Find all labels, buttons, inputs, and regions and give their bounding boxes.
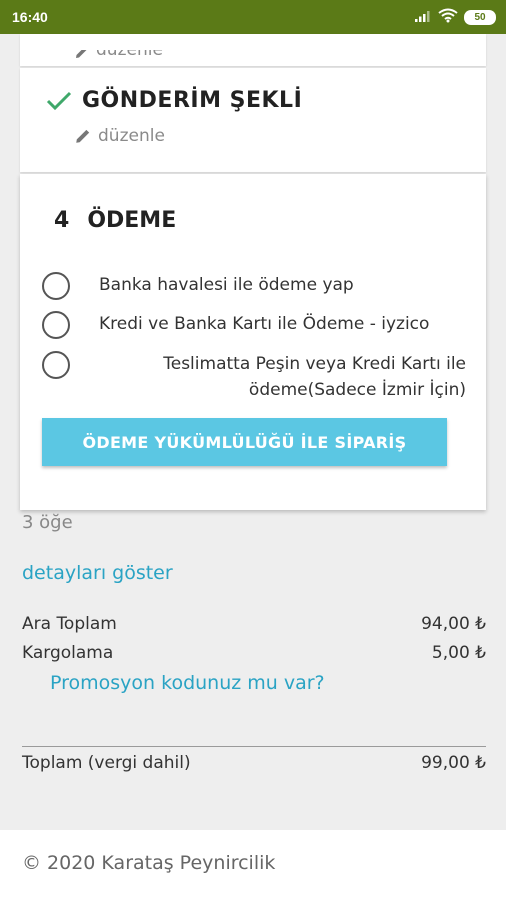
previous-step-edit-label: düzenle [96,50,163,60]
shipping-method-card: GÖNDERİM ŞEKLİ düzenle [20,68,486,172]
shipping-edit-link[interactable]: düzenle [74,126,165,146]
footer-copyright: © 2020 Karataş Peynircilik [22,852,276,874]
total-label: Toplam (vergi dahil) [22,753,191,773]
battery-icon: 50 [464,9,496,25]
payment-option-bank-transfer[interactable]: Banka havalesi ile ödeme yap [42,271,466,301]
shipping-edit-label: düzenle [98,126,165,146]
signal-icon [414,8,432,27]
pencil-icon [76,50,87,58]
total-value: 99,00 ₺ [421,753,486,773]
place-order-button[interactable]: ÖDEME YÜKÜMLÜLÜĞÜ İLE SİPARİŞ [42,418,447,466]
shipping-title: GÖNDERİM ŞEKLİ [82,88,303,113]
promo-code-link[interactable]: Promosyon kodunuz mu var? [50,672,325,694]
footer: © 2020 Karataş Peynircilik [0,830,506,900]
check-icon [46,91,72,110]
payment-option-card-iyzico[interactable]: Kredi ve Banka Kartı ile Ödeme - iyzico [42,310,466,340]
shipping-cost-row: Kargolama 5,00 ₺ [22,643,486,663]
status-icons: 50 [414,8,496,27]
payment-option-cash-on-delivery[interactable]: Teslimatta Peşin veya Kredi Kartı ile öd… [42,350,466,406]
divider [22,746,486,747]
cart-item-count: 3 öğe [22,512,73,533]
payment-title-row: 4 ÖDEME [54,208,176,233]
wifi-icon [438,8,458,27]
total-row: Toplam (vergi dahil) 99,00 ₺ [22,753,486,773]
subtotal-row: Ara Toplam 94,00 ₺ [22,614,486,634]
payment-title: ÖDEME [87,208,177,233]
status-time: 16:40 [12,9,48,25]
show-details-link[interactable]: detayları göster [22,562,486,584]
radio-button[interactable] [42,351,70,379]
payment-step-number: 4 [54,208,70,233]
option-label: Kredi ve Banka Kartı ile Ödeme - iyzico [99,314,430,334]
shipping-cost-value: 5,00 ₺ [431,643,486,663]
payment-card: 4 ÖDEME Banka havalesi ile ödeme yap Kre… [20,174,486,510]
status-bar: 16:40 50 [0,0,506,34]
option-label: Banka havalesi ile ödeme yap [99,275,354,295]
subtotal-label: Ara Toplam [22,614,117,634]
shipping-title-row: GÖNDERİM ŞEKLİ [46,88,302,113]
subtotal-value: 94,00 ₺ [421,614,486,634]
radio-button[interactable] [42,272,70,300]
previous-step-edit-link[interactable]: düzenle [74,50,163,66]
previous-step-card: düzenle [20,34,486,66]
shipping-cost-label: Kargolama [22,643,114,663]
radio-button[interactable] [42,311,70,339]
pencil-icon [76,129,90,143]
option-label: Teslimatta Peşin veya Kredi Kartı ile öd… [163,354,466,400]
